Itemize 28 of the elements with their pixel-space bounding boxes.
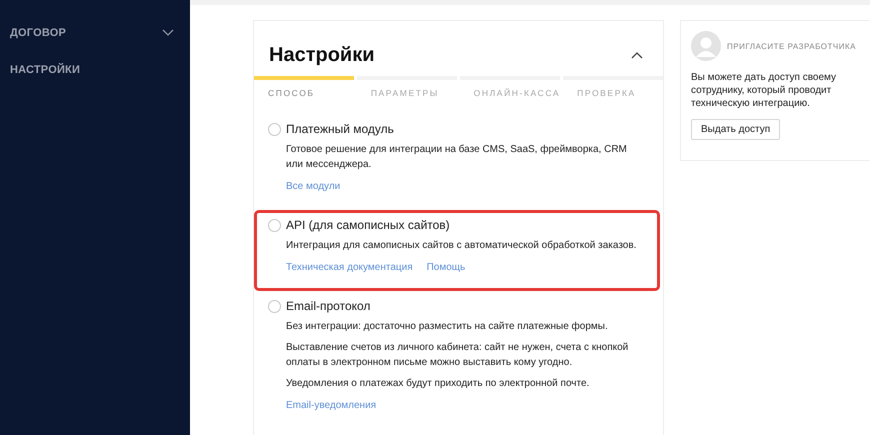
sidebar-item[interactable]: ДОГОВОР [10,27,66,39]
option-description: Без интеграции: достаточно разместить на сайте платежные формы. [286,320,609,334]
radio-button[interactable] [268,122,281,136]
option-link[interactable]: Помощь [426,262,466,273]
chevron-icon[interactable] [162,29,174,37]
option-description: Выставление счетов из личного кабинета: сайт не нужен, счета с кнопкой оплаты в электронном письме можно выставить кому угодно. [286,341,630,370]
sidebar-item[interactable]: НАСТРОЙКИ [10,64,80,76]
option-link[interactable]: Все модули [286,181,340,192]
option-title: API (для самописных сайтов) [286,218,450,232]
invite-text: Вы можете дать доступ своему сотруднику, который проводит техническую интеграцию. [691,71,838,110]
radio-button[interactable] [268,300,281,312]
chevron-icon[interactable] [631,51,643,59]
grant-access-button[interactable]: Выдать доступ [691,119,780,140]
step-label[interactable]: СПОСОБ [254,88,354,98]
invite-title: ПРИГЛАСИТЕ РАЗРАБОТЧИКА [727,42,856,50]
step-label[interactable]: ПРОВЕРКА [563,88,663,98]
option-description: Уведомления о платежах будут приходить по электронной почте. [286,377,590,391]
option-title: Email-протокол [286,299,370,313]
radio-button[interactable] [268,218,281,232]
step-label[interactable]: ОНЛАЙН-КАССА [460,88,560,98]
card-title: Настройки [269,44,375,66]
option-link[interactable]: Техническая документация [286,262,413,273]
option-link[interactable]: Email-уведомления [286,400,376,411]
option-description: Интеграция для самописных сайтов с автоматической обработкой заказов. [286,239,638,253]
option-title: Платежный модуль [286,122,394,136]
avatar-icon [691,31,721,61]
step-label[interactable]: ПАРАМЕТРЫ [356,88,457,98]
option-description: Готовое решение для интеграции на базе CMS, SaaS, фреймворка, CRM или мессенджера. [286,143,628,172]
